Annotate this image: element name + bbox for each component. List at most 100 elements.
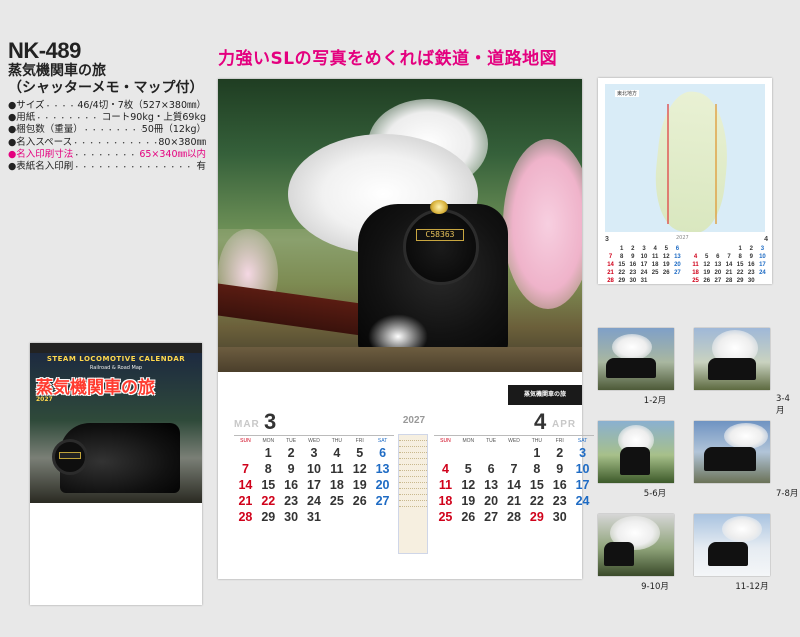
main-calendar-page: C58363 蒸気機関車の旅 MAR 3 SUN MON TUE WED THU FRI SAT…	[218, 79, 594, 579]
week-row: 28 29 30 31	[234, 509, 394, 525]
map-region-label: 東北地方	[615, 90, 640, 97]
spec-leader-dots	[73, 161, 196, 173]
mini-day-cell: 2	[631, 246, 635, 252]
weekday-label: SUN	[434, 435, 457, 445]
day-cell	[434, 445, 457, 461]
month-thumbnail-5-6[interactable]	[598, 421, 674, 483]
day-cell: 17	[575, 478, 590, 492]
mini-day-cell: 29	[736, 278, 744, 284]
day-cell: 6	[379, 446, 387, 460]
locomotive-smokebox	[403, 209, 479, 285]
day-cell: 16	[284, 478, 299, 492]
calendar-year: 2027	[402, 415, 426, 426]
mini-day-cell: 8	[620, 254, 624, 260]
mini-day-cell: 5	[705, 254, 709, 260]
weekday-label: SAT	[571, 435, 594, 445]
mini-month-left: 3 1 2 3 4 5 6 7 8 9 10 11 12 13 14 15 16 17 18 19 20 21 22 23 2…	[605, 236, 683, 285]
thumbnail-label-9-10: 9-10月	[641, 582, 669, 592]
mini-day-cell: 2	[749, 246, 753, 252]
mini-day-cell: 17	[640, 262, 648, 268]
weekday-label: MON	[256, 435, 280, 445]
mini-month-left-number: 3	[605, 236, 609, 243]
mini-day-cell: 6	[675, 246, 680, 252]
day-cell: 26	[461, 510, 476, 524]
month-thumbnail-3-4[interactable]	[694, 328, 770, 390]
spec-leader-dots	[72, 137, 158, 149]
spec-item: ●名入スペース 80×380㎜	[8, 137, 206, 149]
day-cell: 23	[552, 494, 567, 508]
day-cell: 19	[352, 478, 367, 492]
mini-day-cell: 10	[640, 254, 648, 260]
day-cell: 31	[307, 510, 321, 524]
day-cell: 8	[264, 462, 272, 476]
weekday-label: SAT	[371, 435, 394, 445]
weekday-label: WED	[302, 435, 326, 445]
day-cell: 23	[284, 494, 299, 508]
mini-month-right-number: 4	[764, 236, 768, 243]
mini-day-cell: 27	[674, 270, 681, 276]
spec-leader-dots	[45, 100, 78, 112]
mini-day-cell: 7	[608, 254, 613, 260]
main-photo: C58363	[218, 79, 582, 372]
day-cell: 1	[533, 446, 541, 460]
mini-day-cell: 24	[640, 270, 648, 276]
mini-day-cell: 4	[653, 246, 657, 252]
mini-day-cell: 10	[759, 254, 766, 260]
spec-key: ●サイズ	[8, 100, 45, 111]
day-cell: 20	[484, 494, 499, 508]
mini-day-cell: 1	[738, 246, 742, 252]
calendar-cover[interactable]: STEAM LOCOMOTIVE CALENDAR Railroad & Roa…	[30, 343, 202, 605]
day-cell: 15	[261, 478, 276, 492]
month-thumbnail-11-12[interactable]	[694, 514, 770, 576]
day-cell: 6	[487, 462, 495, 476]
mini-day-cell: 7	[727, 254, 731, 260]
model-number: NK-489	[8, 38, 81, 63]
locomotive-headlamp	[430, 200, 448, 214]
day-cell: 26	[352, 494, 367, 508]
mini-day-cell: 29	[618, 278, 626, 284]
thumbnail-label-1-2: 1-2月	[643, 396, 667, 406]
mini-day-cell: 26	[703, 278, 711, 284]
day-cell	[480, 445, 503, 461]
weekday-label: FRI	[548, 435, 572, 445]
spec-value: 80×380㎜	[158, 136, 206, 148]
week-row: 21 22 23 24 25 26 27	[234, 493, 394, 509]
day-cell: 7	[241, 462, 249, 476]
mini-day-cell: 23	[629, 270, 637, 276]
month-thumbnail-1-2[interactable]	[598, 328, 674, 390]
day-cell: 5	[464, 462, 472, 476]
day-cell: 24	[575, 494, 590, 508]
spec-key: ●梱包数（重量）	[8, 124, 83, 136]
mini-day-cell: 30	[629, 278, 637, 284]
mini-day-cell: 25	[692, 278, 699, 284]
mini-day-cell	[672, 277, 683, 285]
mini-day-cell: 31	[640, 278, 648, 284]
spec-leader-dots	[35, 112, 101, 124]
weekday-label: THU	[325, 435, 349, 445]
mini-day-cell: 19	[662, 262, 670, 268]
road-map: 東北地方	[605, 84, 765, 232]
month-thumbnail-9-10[interactable]	[598, 514, 674, 576]
day-cell: 22	[529, 494, 544, 508]
mini-day-cell	[712, 245, 723, 253]
map-calendar-page[interactable]: 東北地方 3 1 2 3 4 5 6 7 8 9 10 11 12 13 14 15 16 17 18 19 20 21…	[598, 78, 772, 284]
spec-value: 46/4切・7枚（527×380㎜）	[77, 100, 206, 111]
spec-key: ●名入印刷寸法	[8, 148, 74, 160]
mini-day-cell: 17	[759, 262, 766, 268]
weekday-label: SUN	[234, 435, 257, 445]
day-cell: 21	[507, 494, 521, 508]
day-cell: 17	[307, 478, 321, 492]
month-english-name: APR	[552, 419, 577, 430]
cover-blank-area	[30, 503, 202, 605]
month-thumbnail-7-8[interactable]	[694, 421, 770, 483]
cover-year: 2027	[36, 396, 53, 403]
day-cell: 29	[261, 510, 276, 524]
day-cell: 2	[556, 446, 564, 460]
mini-day-cell: 3	[760, 246, 765, 252]
mini-day-cell	[690, 245, 701, 253]
day-cell: 16	[552, 478, 567, 492]
mini-day-cell: 19	[703, 270, 711, 276]
week-row: 14 15 16 17 18 19 20	[234, 477, 394, 493]
mini-day-cell: 12	[662, 254, 670, 260]
day-cell	[348, 509, 371, 525]
